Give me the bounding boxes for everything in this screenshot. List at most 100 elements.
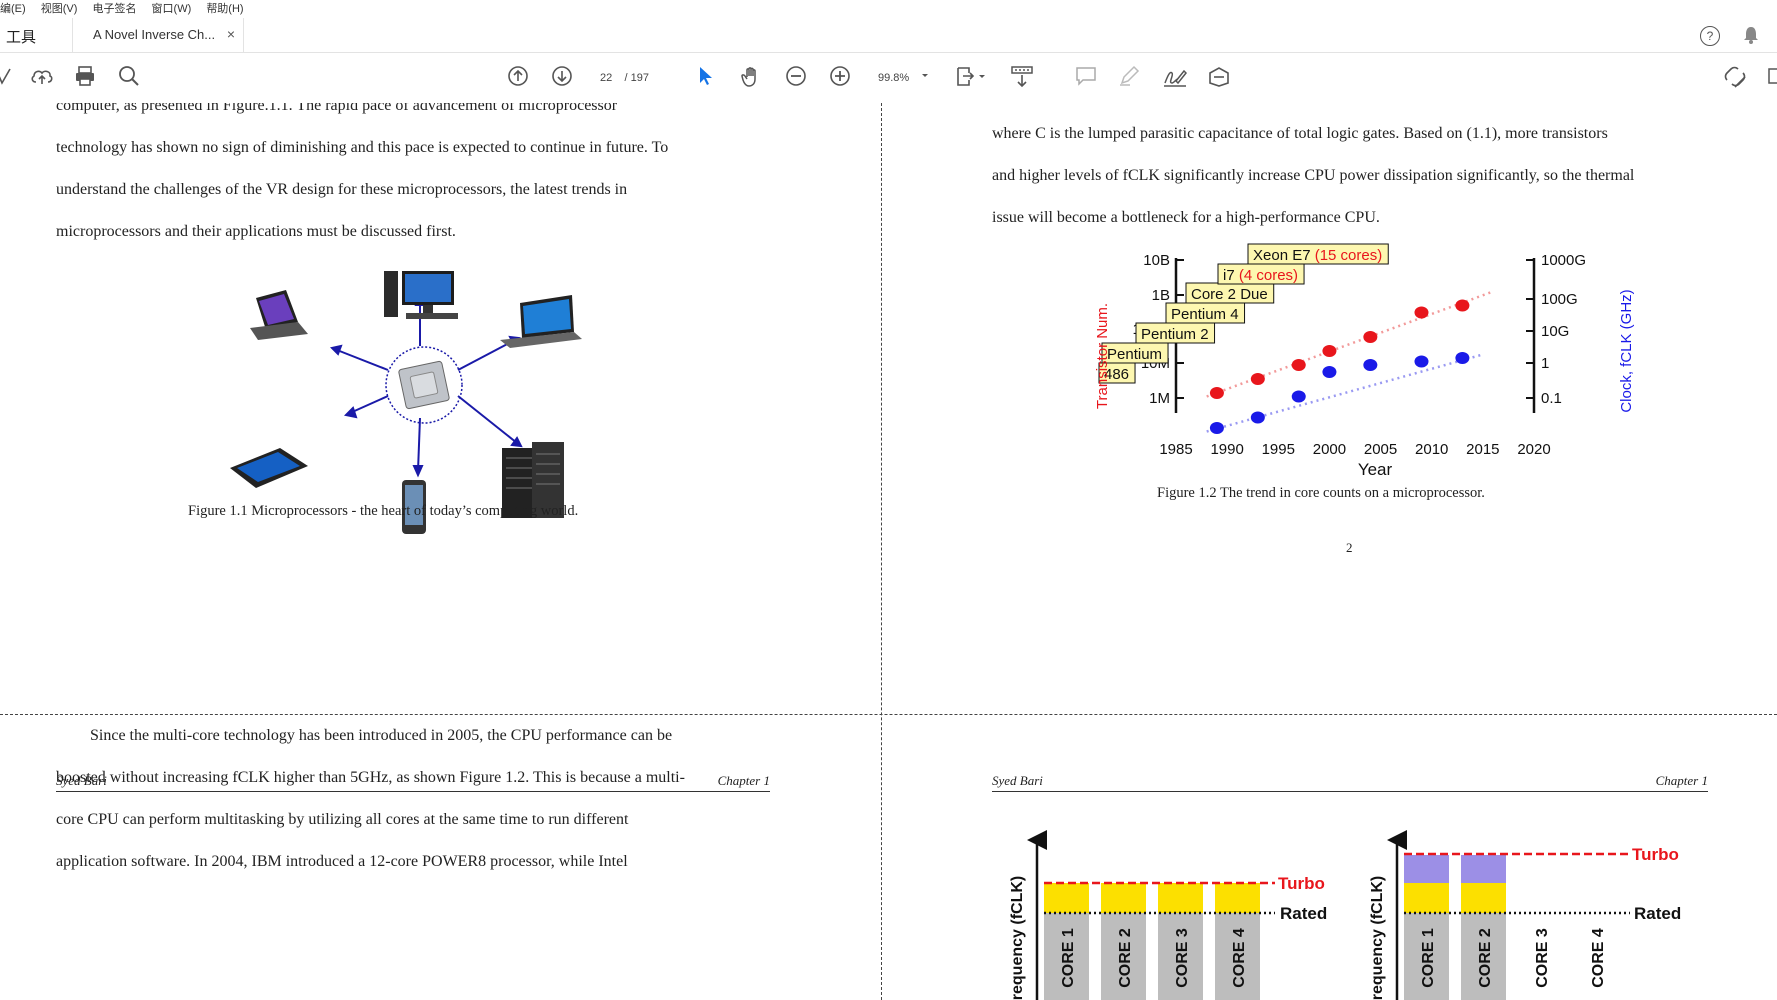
turbo-label: Turbo xyxy=(1278,874,1325,893)
transistor-point xyxy=(1322,345,1337,357)
processor-label: Pentium xyxy=(1101,342,1169,364)
print-icon[interactable] xyxy=(74,65,96,87)
x-tick-label: 2020 xyxy=(1517,441,1550,458)
panel-toggle-icon[interactable] xyxy=(1767,65,1777,87)
transistor-point xyxy=(1455,299,1470,312)
y-right-tick-label: 100G xyxy=(1541,291,1578,308)
menu-edit[interactable]: 编(E) xyxy=(0,0,26,18)
diagram-y-label: requency (fCLK) xyxy=(1009,876,1026,1000)
sign-icon[interactable] xyxy=(1162,65,1188,89)
x-tick-label: 1990 xyxy=(1210,441,1243,458)
text-line: microprocessors and their applications m… xyxy=(56,223,456,240)
chevron-down-icon[interactable] xyxy=(920,65,930,87)
core-bar: CORE 2 xyxy=(1101,883,1146,1000)
text-line: and higher levels of fCLK significantly … xyxy=(992,167,1635,184)
x-tick-label: 2005 xyxy=(1364,441,1397,458)
page-divider-vertical xyxy=(881,103,882,1000)
y-right-tick-label: 0.1 xyxy=(1541,390,1562,407)
svg-text:Pentium 4: Pentium 4 xyxy=(1171,306,1239,323)
highlight-pen-icon[interactable] xyxy=(1118,65,1140,87)
transistor-point xyxy=(1291,359,1306,371)
clock-point xyxy=(1455,352,1470,364)
core-bar: CORE 3 xyxy=(1158,883,1203,1000)
search-icon[interactable] xyxy=(118,65,140,87)
zoom-out-icon[interactable] xyxy=(785,65,807,87)
page-current[interactable]: 22 xyxy=(600,72,612,84)
svg-text:Core 2 Due: Core 2 Due xyxy=(1191,286,1268,303)
x-axis-label: Year xyxy=(1358,460,1393,479)
processor-label: Pentium 2 xyxy=(1135,322,1216,344)
comment-icon[interactable] xyxy=(1075,65,1097,87)
star-icon[interactable] xyxy=(0,65,14,87)
text-line: boosted without increasing fCLK higher t… xyxy=(56,769,685,786)
text-line: issue will become a bottleneck for a hig… xyxy=(992,209,1380,226)
y-tick-label: 1M xyxy=(1149,390,1170,407)
core-label: CORE 2 xyxy=(1117,928,1134,988)
y-right-tick-label: 1000G xyxy=(1541,252,1586,269)
stamp-icon[interactable] xyxy=(1206,65,1232,89)
windows-tablet-icon xyxy=(230,448,308,488)
y-tick-label: 10B xyxy=(1143,252,1170,269)
y-right-tick-label: 1 xyxy=(1541,355,1549,372)
text-line: application software. In 2004, IBM intro… xyxy=(56,853,628,870)
tablet-keyboard-icon xyxy=(250,290,308,340)
document-viewer[interactable]: computer, as presented in Figure.1.1. Th… xyxy=(0,103,1777,1000)
menu-view[interactable]: 视图(V) xyxy=(41,0,78,18)
x-tick-label: 1985 xyxy=(1159,441,1192,458)
turbo-frequency-diagram: requency (fCLK) CORE 1 CORE 2 CORE 3 COR… xyxy=(1009,830,1681,1000)
right-axis-label: Clock, fCLK (GHz) xyxy=(1618,289,1635,412)
rated-label: Rated xyxy=(1634,904,1681,923)
tab-document[interactable]: A Novel Inverse Ch... × xyxy=(72,18,244,52)
svg-text:Pentium: Pentium xyxy=(1107,346,1162,363)
clock-point xyxy=(1250,411,1265,424)
page-text-bottom-left: Since the multi-core technology has been… xyxy=(56,715,770,883)
x-tick-label: 2010 xyxy=(1415,441,1448,458)
y-right-tick-label: 10G xyxy=(1541,323,1569,340)
svg-text:Xeon E7 (15 cores): Xeon E7 (15 cores) xyxy=(1253,247,1382,264)
diagram-y-label: requency (fCLK) xyxy=(1369,876,1386,1000)
core-label: CORE 4 xyxy=(1590,928,1607,988)
page-total: / 197 xyxy=(624,72,649,84)
page-number-display[interactable]: 22 / 197 xyxy=(600,72,649,84)
fit-page-icon[interactable] xyxy=(955,65,989,89)
core-label: CORE 2 xyxy=(1477,928,1494,988)
text-line: where C is the lumped parasitic capacita… xyxy=(992,125,1608,142)
core-label: CORE 1 xyxy=(1420,928,1437,988)
cloud-upload-icon[interactable] xyxy=(30,65,54,87)
tab-tools[interactable]: 工具 xyxy=(6,26,36,47)
prev-page-icon[interactable] xyxy=(507,65,529,87)
clock-point xyxy=(1363,359,1378,371)
red-trend-line xyxy=(1206,290,1494,398)
core-label: CORE 3 xyxy=(1174,928,1191,988)
select-cursor-icon[interactable] xyxy=(697,65,715,87)
zoom-level[interactable]: 99.8% xyxy=(878,72,909,84)
clock-point xyxy=(1322,366,1337,378)
core-label: CORE 4 xyxy=(1231,928,1248,988)
core-bar: CORE 4 xyxy=(1215,883,1260,1000)
core-label: CORE 3 xyxy=(1534,928,1551,988)
header-chapter: Chapter 1 xyxy=(1655,773,1708,788)
blue-trend-line xyxy=(1206,353,1484,433)
page-number: 2 xyxy=(1346,540,1353,555)
tab-document-title: A Novel Inverse Ch... xyxy=(93,27,216,42)
help-icon[interactable]: ? xyxy=(1700,26,1720,46)
scroll-mode-icon[interactable] xyxy=(1010,65,1034,89)
text-line: understand the challenges of the VR desi… xyxy=(56,181,628,198)
bell-icon[interactable] xyxy=(1742,25,1760,45)
processor-label: Xeon E7 (15 cores) xyxy=(1247,243,1389,265)
next-page-icon[interactable] xyxy=(551,65,573,87)
page-text-top-left: computer, as presented in Figure.1.1. Th… xyxy=(56,103,770,253)
share-link-icon[interactable] xyxy=(1723,65,1747,89)
core-label: CORE 1 xyxy=(1060,928,1077,988)
hand-tool-icon[interactable] xyxy=(740,65,764,89)
close-icon[interactable]: × xyxy=(227,26,235,42)
zoom-in-icon[interactable] xyxy=(829,65,851,87)
laptop-icon xyxy=(500,295,582,348)
svg-text:i7 (4 cores): i7 (4 cores) xyxy=(1223,267,1298,284)
processor-label: Core 2 Due xyxy=(1185,282,1275,304)
x-tick-label: 1995 xyxy=(1262,441,1295,458)
menu-help[interactable]: 帮助(H) xyxy=(206,0,243,18)
menu-window[interactable]: 窗口(W) xyxy=(152,0,192,18)
x-tick-label: 2000 xyxy=(1313,441,1346,458)
menu-esign[interactable]: 电子签名 xyxy=(92,0,136,18)
